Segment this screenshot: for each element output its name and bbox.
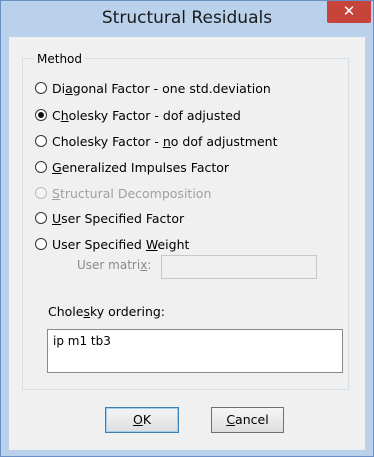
radio-label: Diagonal Factor - one std.deviation — [52, 80, 271, 96]
radio-label: Generalized Impulses Factor — [52, 159, 230, 175]
radio-diagonal-factor[interactable]: Diagonal Factor - one std.deviation — [35, 79, 271, 97]
dialog-title: Structural Residuals — [101, 8, 273, 28]
radio-button-selected[interactable] — [35, 109, 47, 121]
user-matrix-input — [161, 255, 317, 279]
radio-label: Cholesky Factor - no dof adjustment — [52, 133, 278, 149]
dialog-window: Structural Residuals ✕ Method Diagonal F… — [0, 0, 374, 457]
ok-button[interactable]: OK — [105, 407, 179, 433]
radio-button[interactable] — [35, 238, 47, 250]
radio-label: Structural Decomposition — [52, 185, 212, 201]
cholesky-ordering-label: Cholesky ordering: — [48, 304, 166, 319]
radio-button[interactable] — [35, 82, 47, 94]
title-bar[interactable]: Structural Residuals ✕ — [1, 1, 373, 37]
radio-user-specified-weight[interactable]: User Specified Weight — [35, 235, 189, 253]
window-frame-left — [1, 37, 9, 456]
method-group-label: Method — [34, 52, 86, 66]
radio-label: User Specified Factor — [52, 210, 185, 226]
cancel-button[interactable]: Cancel — [211, 407, 284, 433]
radio-cholesky-dof-adjusted[interactable]: Cholesky Factor - dof adjusted — [35, 106, 241, 124]
user-matrix-label: User matrix: — [77, 258, 152, 272]
radio-cholesky-no-dof[interactable]: Cholesky Factor - no dof adjustment — [35, 132, 277, 150]
radio-generalized-impulses[interactable]: Generalized Impulses Factor — [35, 158, 229, 176]
radio-button-disabled — [35, 187, 47, 199]
close-button[interactable]: ✕ — [327, 1, 371, 23]
close-icon: ✕ — [342, 2, 356, 20]
radio-button[interactable] — [35, 161, 47, 173]
radio-button[interactable] — [35, 135, 47, 147]
radio-label: Cholesky Factor - dof adjusted — [52, 107, 241, 123]
radio-label: User Specified Weight — [52, 236, 190, 252]
radio-user-specified-factor[interactable]: User Specified Factor — [35, 209, 184, 227]
radio-button[interactable] — [35, 212, 47, 224]
window-frame-right — [365, 37, 373, 456]
radio-structural-decomposition: Structural Decomposition — [35, 184, 211, 202]
cholesky-ordering-input[interactable]: ip m1 tb3 — [47, 329, 343, 373]
